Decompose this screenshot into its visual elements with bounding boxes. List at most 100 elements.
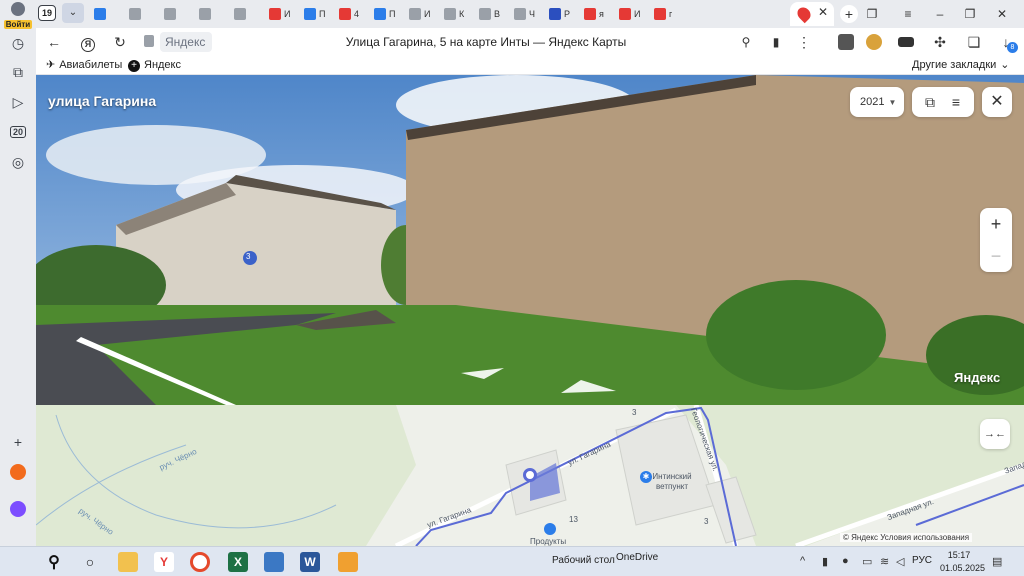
tab-item[interactable]: И [619,4,640,24]
close-tab-icon[interactable]: ✕ [818,5,828,19]
minimize-icon[interactable]: – [930,5,950,23]
tray-network-icon[interactable]: ▮ [822,555,828,568]
tab-item[interactable]: К [444,4,464,24]
plane-icon: ✈ [46,59,56,71]
house-number[interactable]: 3 [246,252,250,261]
calculator-icon[interactable] [264,552,284,572]
tab-item[interactable]: И [269,4,290,24]
page-title[interactable]: Улица Гагарина, 5 на карте Инты — Яндекс… [236,32,736,52]
onedrive-label[interactable]: OneDrive [616,552,658,563]
tab-item[interactable] [199,4,214,24]
extension-hat-icon[interactable] [898,37,914,47]
tab-title: К [459,9,465,19]
panorama-tools: ⧉ ≡ [912,87,974,117]
add-icon[interactable]: + [8,432,28,452]
tab-item[interactable]: 4 [339,4,359,24]
tab-title: 4 [354,9,360,19]
url-site[interactable]: Яндекс [160,32,212,52]
app-fire-icon[interactable] [8,462,28,482]
tab-item[interactable]: Р [549,4,570,24]
tab-item[interactable] [129,4,144,24]
map-attribution[interactable]: © Яндекс Условия использования [840,533,973,542]
tab-item[interactable] [234,4,249,24]
panorama-menu-icon[interactable]: ≡ [946,92,966,112]
collapse-map-button[interactable]: →← [980,419,1010,449]
battery-icon[interactable]: ▭ [862,555,872,568]
year-select[interactable]: 2021 ▼ [850,87,904,117]
back-icon[interactable]: ← [44,32,64,52]
tab-counter[interactable]: 19 [38,5,56,21]
bookmark-yandex[interactable]: + Яндекс [128,58,181,73]
language-indicator[interactable]: РУС [912,555,932,566]
tab-item[interactable]: я [584,4,604,24]
tab-title: И [284,9,291,19]
tab-active[interactable]: ✕ [790,2,834,26]
windows-start-icon[interactable] [10,554,26,570]
extension-pet-icon[interactable] [866,34,882,50]
menu-icon[interactable]: ≡ [898,5,918,23]
wifi-icon[interactable]: ≋ [880,555,889,568]
clock[interactable]: 15:17 01.05.2025 [940,549,985,575]
task-view-icon[interactable]: ○ [80,552,100,572]
paw-icon[interactable]: ✱ [640,471,652,483]
tab-item[interactable] [164,4,179,24]
extensions-puzzle-icon[interactable]: ✣ [930,32,950,52]
close-panorama-button[interactable]: ✕ [982,87,1012,117]
tab-favicon-icon [549,8,561,20]
poi-products-label[interactable]: Продукты [530,537,566,546]
zoom-out-button[interactable]: − [980,240,1012,272]
volume-icon[interactable]: ◁ [896,555,904,568]
map-view[interactable]: ул. Гагарина ул. Гагарина Геологическая … [36,405,1024,546]
yandex-icon[interactable]: Я [78,32,98,52]
tab-item[interactable] [94,4,109,24]
chrome-icon[interactable] [190,552,210,572]
yandex-plus-icon: + [128,59,140,72]
tab-item[interactable]: В [479,4,500,24]
restore-icon[interactable]: ❐ [960,5,980,23]
screenshot-icon[interactable]: ◎ [8,152,28,172]
tab-item[interactable]: П [304,4,325,24]
history-icon[interactable]: ◷ [8,33,28,53]
reload-icon[interactable]: ↻ [110,32,130,52]
more-icon[interactable]: ⋮ [794,32,814,52]
tab-item[interactable]: И [409,4,430,24]
tab-list-chevron-icon[interactable]: ⌄ [62,3,84,23]
tray-chevron-icon[interactable]: ^ [800,555,805,567]
collections-icon[interactable]: ⧉ [8,62,28,82]
profile-button[interactable]: Войти [3,2,33,29]
microphone-icon[interactable]: ● [842,555,849,567]
tab-favicon-icon [234,8,246,20]
shop-icon[interactable] [544,523,556,535]
downloads-icon[interactable]: ↓ 8 [996,32,1018,53]
tab-favicon-icon [199,8,211,20]
alice-icon[interactable] [8,499,28,519]
play-icon[interactable]: ▷ [8,92,28,112]
location-icon[interactable]: ⚲ [736,32,756,52]
word-icon[interactable]: W [300,552,320,572]
search-icon[interactable]: ⚲ [44,552,64,572]
notifications-icon[interactable]: ▤ [992,555,1002,568]
bookmark-avia[interactable]: ✈ Авиабилеты [46,58,122,73]
street-panorama[interactable]: 3 улица Гагарина 2021 ▼ ⧉ ≡ ✕ + − Яндекс [36,75,1024,405]
calendar-badge[interactable]: 20 [8,122,28,142]
new-tab-button[interactable]: + [840,5,858,23]
open-external-icon[interactable]: ⧉ [920,92,940,112]
file-explorer-icon[interactable] [118,552,138,572]
tab-title: я [599,9,604,19]
tab-item[interactable]: П [374,4,395,24]
close-window-icon[interactable]: ✕ [992,5,1012,23]
tab-item[interactable]: Ч [514,4,535,24]
extension-book-icon[interactable]: ❏ [964,32,984,52]
app-icon[interactable] [338,552,358,572]
map-location-marker[interactable] [523,468,537,482]
desktop-label[interactable]: Рабочий стол [552,555,615,566]
profile-label: Войти [3,20,33,29]
bookmark-icon[interactable]: ▮ [766,32,786,52]
tab-item[interactable]: г [654,4,672,24]
yandex-browser-icon[interactable]: Y [154,552,174,572]
other-bookmarks[interactable]: Другие закладки ⌄ [912,58,1010,73]
tabs-overview-icon[interactable]: ❐ [862,5,882,23]
extension-shield-icon[interactable] [838,34,854,50]
zoom-in-button[interactable]: + [980,208,1012,240]
excel-icon[interactable]: X [228,552,248,572]
